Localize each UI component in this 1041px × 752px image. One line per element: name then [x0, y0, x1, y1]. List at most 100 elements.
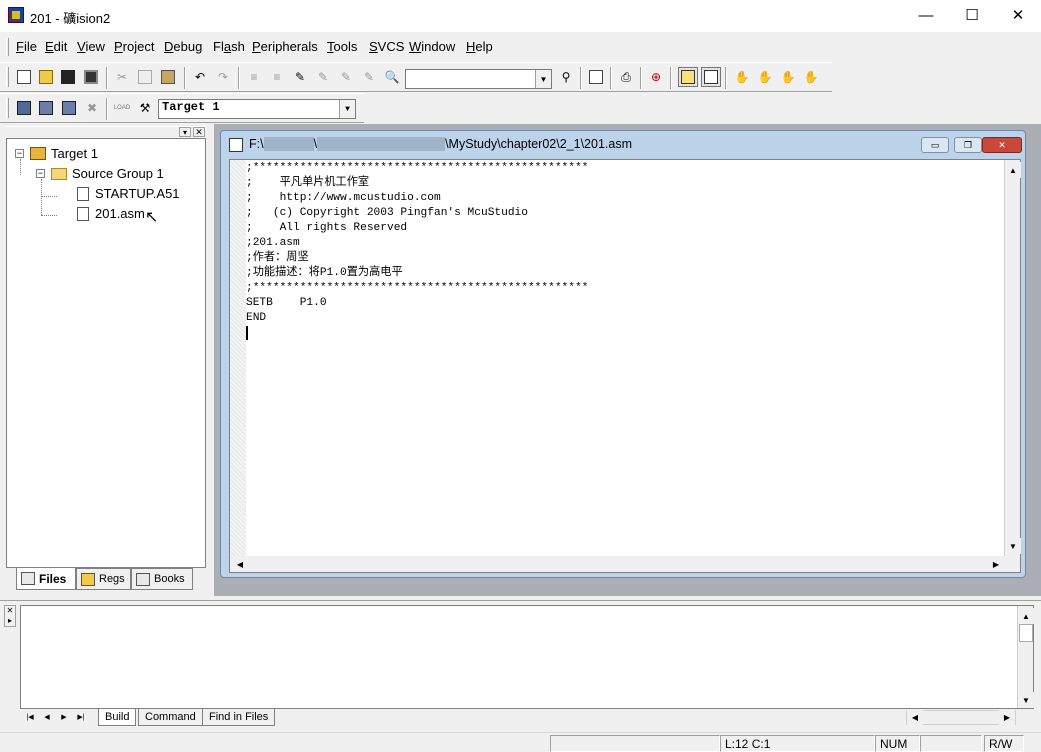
indent-icon[interactable]: ≡ [244, 67, 264, 87]
menu-help[interactable]: Help [466, 39, 493, 54]
output-window-icon[interactable] [701, 67, 721, 87]
close-button[interactable]: ✕ [995, 0, 1041, 30]
menu-window[interactable]: Window [409, 39, 455, 54]
find-binoculars-icon[interactable]: ⚲ [556, 67, 576, 87]
bookmark-next-icon[interactable]: ✎ [313, 67, 333, 87]
new-file-icon[interactable] [14, 67, 34, 87]
editor-horizontal-scrollbar[interactable]: ◀ ▶ [230, 556, 1020, 572]
scroll-thumb[interactable] [1019, 624, 1033, 642]
scroll-left-icon[interactable]: ◀ [907, 710, 923, 725]
unindent-icon[interactable]: ≡ [267, 67, 287, 87]
open-file-icon[interactable] [36, 67, 56, 87]
target-select-dropdown-icon[interactable]: ▼ [339, 100, 355, 118]
bookmark-clear-icon[interactable]: ✎ [359, 67, 379, 87]
document-icon[interactable] [229, 138, 243, 152]
undo-icon[interactable]: ↶ [190, 67, 210, 87]
load-download-icon[interactable]: LOAD [112, 98, 132, 118]
menu-edit[interactable]: Edit [45, 39, 67, 54]
print-icon[interactable]: ⎙ [616, 67, 636, 87]
tab-regs[interactable]: Regs [76, 568, 131, 590]
target-select[interactable]: Target 1 ▼ [158, 99, 356, 119]
toolbar-grip[interactable] [6, 67, 9, 87]
redacted-path-block [317, 137, 446, 151]
debug-session-icon[interactable]: ⊕ [646, 67, 666, 87]
copy-icon[interactable] [135, 67, 155, 87]
workspace-menu-icon[interactable]: ▾ [179, 127, 191, 137]
find-combo[interactable]: ▼ [405, 69, 552, 89]
scroll-down-icon[interactable]: ▼ [1018, 692, 1034, 708]
status-pane-blank-2 [920, 735, 982, 752]
menu-file[interactable]: File [16, 39, 37, 54]
tab-first-icon[interactable]: |◀ [22, 709, 38, 724]
workspace-window-icon[interactable] [678, 67, 698, 87]
scroll-up-icon[interactable]: ▲ [1005, 162, 1021, 178]
menu-svcs[interactable]: SVCS [369, 39, 404, 54]
hand-run-icon[interactable]: ✋ [755, 67, 775, 87]
editor-vertical-scrollbar[interactable]: ▲ ▼ [1004, 160, 1021, 556]
editor-restore-icon[interactable]: ❐ [954, 137, 982, 153]
editor-close-icon[interactable]: ✕ [982, 137, 1022, 153]
tab-books[interactable]: Books [131, 568, 193, 590]
find-in-files-icon[interactable]: 🔍 [382, 67, 402, 87]
rebuild-all-icon[interactable] [59, 98, 79, 118]
save-all-icon[interactable] [81, 67, 101, 87]
output-close-icon[interactable]: ✕ ▸ [4, 605, 16, 627]
bookmark-toggle-icon[interactable]: ✎ [290, 67, 310, 87]
menu-flash[interactable]: Flash [213, 39, 245, 54]
mouse-cursor-icon: ↖ [145, 209, 159, 226]
menu-peripherals[interactable]: Peripherals [252, 39, 318, 54]
minimize-button[interactable]: — [903, 0, 949, 30]
menu-project[interactable]: Project [114, 39, 154, 54]
tab-next-icon[interactable]: ▶ [56, 709, 72, 724]
hand-stop-icon[interactable]: ✋ [732, 67, 752, 87]
hand-config-icon[interactable]: ✋ [801, 67, 821, 87]
collapse-icon[interactable]: − [15, 149, 24, 158]
scroll-up-icon[interactable]: ▲ [1018, 608, 1034, 624]
code-editor[interactable]: ;***************************************… [246, 161, 588, 326]
output-tab-command[interactable]: Command [138, 709, 203, 726]
file-icon [77, 186, 89, 201]
cut-icon[interactable]: ✂ [112, 67, 132, 87]
collapse-icon[interactable]: − [36, 169, 45, 178]
editor-minimize-icon[interactable]: ▭ [921, 137, 949, 153]
output-tab-find-in-files[interactable]: Find in Files [202, 709, 276, 726]
build-target-icon[interactable] [36, 98, 56, 118]
paste-icon[interactable] [158, 67, 178, 87]
options-target-icon[interactable]: ⚒ [135, 98, 155, 118]
scroll-right-icon[interactable]: ▶ [988, 556, 1004, 572]
uvision-app-icon[interactable] [8, 7, 24, 23]
tree-file-startup[interactable]: STARTUP.A51 [77, 186, 180, 201]
stop-build-icon[interactable]: ✖ [82, 98, 102, 118]
tree-target[interactable]: − Target 1 [15, 146, 98, 161]
scroll-right-icon[interactable]: ▶ [999, 710, 1015, 725]
output-text-area[interactable]: ▲ ▼ [20, 605, 1034, 709]
menu-debug[interactable]: Debug [164, 39, 202, 54]
menu-view[interactable]: View [77, 39, 105, 54]
tab-prev-icon[interactable]: ◀ [39, 709, 55, 724]
scroll-left-icon[interactable]: ◀ [232, 556, 248, 572]
output-tab-nav: |◀ ◀ ▶ ▶| [22, 709, 94, 726]
output-vertical-scrollbar[interactable]: ▲ ▼ [1017, 606, 1034, 708]
menu-grip[interactable] [6, 38, 9, 56]
maximize-button[interactable]: ☐ [949, 0, 995, 30]
menu-tools[interactable]: Tools [327, 39, 357, 54]
title-bar: 201 - 礦ision2 — ☐ ✕ [0, 0, 1041, 32]
selection-gutter[interactable] [230, 160, 246, 556]
bookmark-prev-icon[interactable]: ✎ [336, 67, 356, 87]
output-tab-build[interactable]: Build [98, 709, 137, 726]
find-combo-dropdown-icon[interactable]: ▼ [535, 70, 551, 88]
translate-icon[interactable] [14, 98, 34, 118]
hand-disabled-icon[interactable]: ✋ [778, 67, 798, 87]
insert-remove-breakpoint-icon[interactable] [586, 67, 606, 87]
editor-client: ;***************************************… [229, 159, 1021, 573]
output-horizontal-scrollbar[interactable]: ◀ ▶ [906, 710, 1016, 725]
redo-icon[interactable]: ↷ [213, 67, 233, 87]
tree-file-201asm[interactable]: 201.asm [77, 206, 145, 221]
scroll-down-icon[interactable]: ▼ [1005, 538, 1021, 554]
save-icon[interactable] [58, 67, 78, 87]
toolbar-grip[interactable] [6, 98, 9, 118]
tab-last-icon[interactable]: ▶| [73, 709, 89, 724]
tab-files[interactable]: Files [16, 568, 76, 590]
workspace-close-icon[interactable]: ✕ [193, 127, 205, 137]
tree-source-group[interactable]: − Source Group 1 [36, 166, 164, 181]
